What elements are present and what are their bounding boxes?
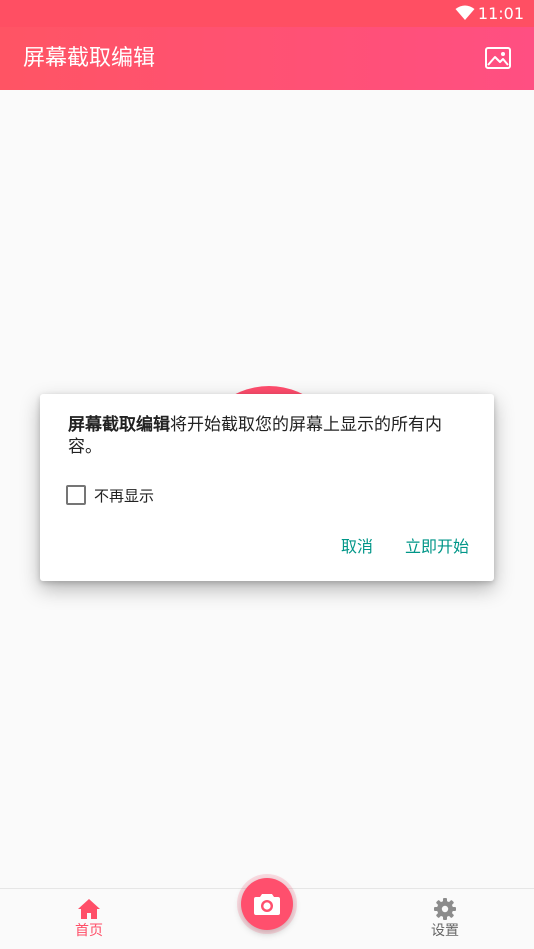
nav-label-settings: 设置 xyxy=(431,923,459,939)
nav-label-home: 首页 xyxy=(75,923,103,939)
camera-icon xyxy=(254,894,280,915)
nav-item-settings[interactable]: 设置 xyxy=(415,897,475,940)
gear-icon xyxy=(434,898,456,920)
dont-show-again-option[interactable]: 不再显示 xyxy=(66,484,154,506)
capture-button[interactable] xyxy=(241,878,293,930)
home-icon xyxy=(78,899,100,919)
dialog-app-name: 屏幕截取编辑 xyxy=(68,415,170,435)
dont-show-again-label: 不再显示 xyxy=(94,486,155,505)
start-now-button[interactable]: 立即开始 xyxy=(405,536,469,558)
nav-item-home[interactable]: 首页 xyxy=(59,897,119,940)
dont-show-again-checkbox[interactable] xyxy=(66,485,86,505)
cancel-button[interactable]: 取消 xyxy=(341,536,373,558)
screen-capture-permission-dialog: 屏幕截取编辑将开始截取您的屏幕上显示的所有内容。 不再显示 取消 立即开始 xyxy=(40,394,494,581)
dialog-message: 屏幕截取编辑将开始截取您的屏幕上显示的所有内容。 xyxy=(68,414,468,458)
